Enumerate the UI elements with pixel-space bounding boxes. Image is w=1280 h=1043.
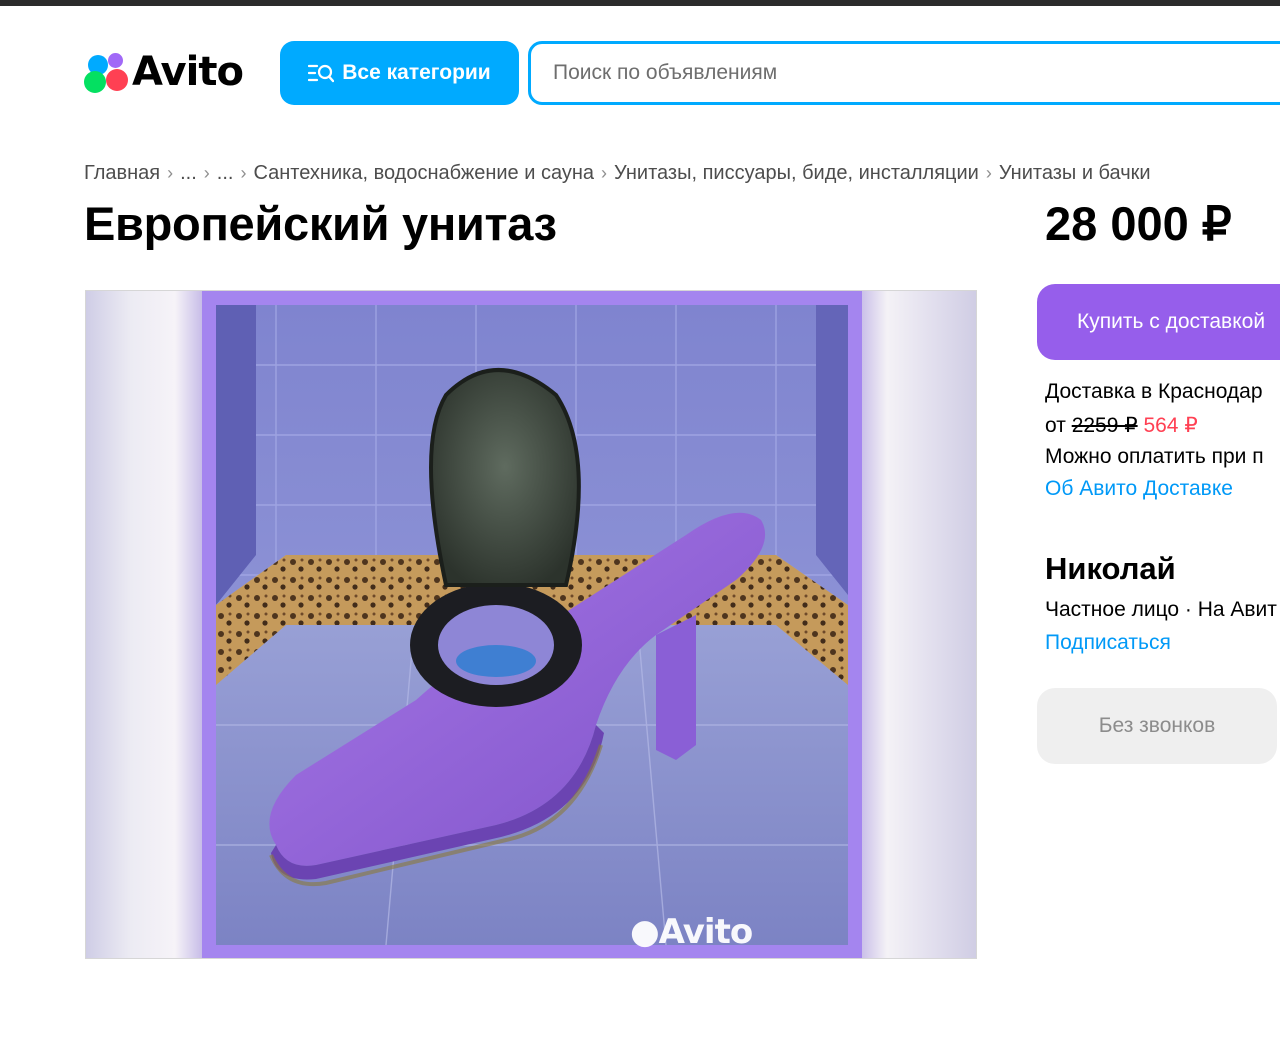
- chevron-right-icon: ›: [167, 163, 174, 183]
- breadcrumb-item-toilets-urinals[interactable]: Унитазы, писсуары, биде, инсталляции: [614, 162, 979, 185]
- shoe-toilet-image: [216, 305, 848, 945]
- chevron-right-icon: ›: [240, 163, 247, 183]
- no-calls-button: Без звонков: [1037, 688, 1277, 764]
- seller-name[interactable]: Николай: [1045, 551, 1176, 587]
- watermark-text: Avito: [658, 912, 754, 952]
- search-box[interactable]: [528, 41, 1280, 105]
- top-edge-bar: [0, 0, 1280, 6]
- breadcrumb-item-collapsed[interactable]: ...: [217, 162, 234, 185]
- delivery-price-line: от 2259 ₽ 564 ₽: [1045, 413, 1198, 438]
- seller-type-line: Частное лицо · На Авит: [1045, 598, 1277, 621]
- breadcrumb-item-collapsed[interactable]: ...: [180, 162, 197, 185]
- breadcrumb: Главная › ... › ... › Сантехника, водосн…: [84, 162, 1151, 185]
- chevron-right-icon: ›: [203, 163, 210, 183]
- dots-watermark-icon: ●: [630, 912, 660, 952]
- no-calls-label: Без звонков: [1098, 714, 1216, 737]
- all-categories-label: Все категории: [342, 61, 491, 84]
- delivery-city-line: Доставка в Краснодар: [1045, 380, 1263, 403]
- buy-with-delivery-label: Купить с доставкой: [1077, 310, 1266, 333]
- chevron-right-icon: ›: [601, 163, 608, 183]
- delivery-old-price: 2259 ₽: [1071, 414, 1138, 437]
- delivery-new-price: 564 ₽: [1143, 414, 1198, 437]
- logo-text: Avito: [132, 49, 244, 95]
- breadcrumb-item-home[interactable]: Главная: [84, 162, 160, 185]
- subscribe-link[interactable]: Подписаться: [1045, 631, 1171, 655]
- categories-search-icon: [308, 64, 335, 83]
- avito-logo[interactable]: Avito: [84, 48, 244, 96]
- listing-photo[interactable]: [202, 291, 862, 958]
- listing-photo-gallery[interactable]: [85, 290, 977, 959]
- page-title: Европейский унитаз: [84, 197, 557, 250]
- search-input[interactable]: [531, 44, 1253, 102]
- delivery-from-label: от: [1045, 414, 1066, 437]
- all-categories-button[interactable]: Все категории: [280, 41, 519, 105]
- avito-watermark: ●Avito: [630, 912, 754, 952]
- payment-info-line: Можно оплатить при п: [1045, 445, 1264, 468]
- about-avito-delivery-link[interactable]: Об Авито Доставке: [1045, 477, 1233, 501]
- avito-logo-dots-icon: [84, 49, 130, 95]
- buy-with-delivery-button[interactable]: Купить с доставкой: [1037, 284, 1280, 360]
- breadcrumb-item-toilets-tanks[interactable]: Унитазы и бачки: [999, 162, 1151, 185]
- listing-price: 28 000 ₽: [1045, 197, 1232, 250]
- breadcrumb-item-plumbing[interactable]: Сантехника, водоснабжение и сауна: [253, 162, 594, 185]
- chevron-right-icon: ›: [985, 163, 992, 183]
